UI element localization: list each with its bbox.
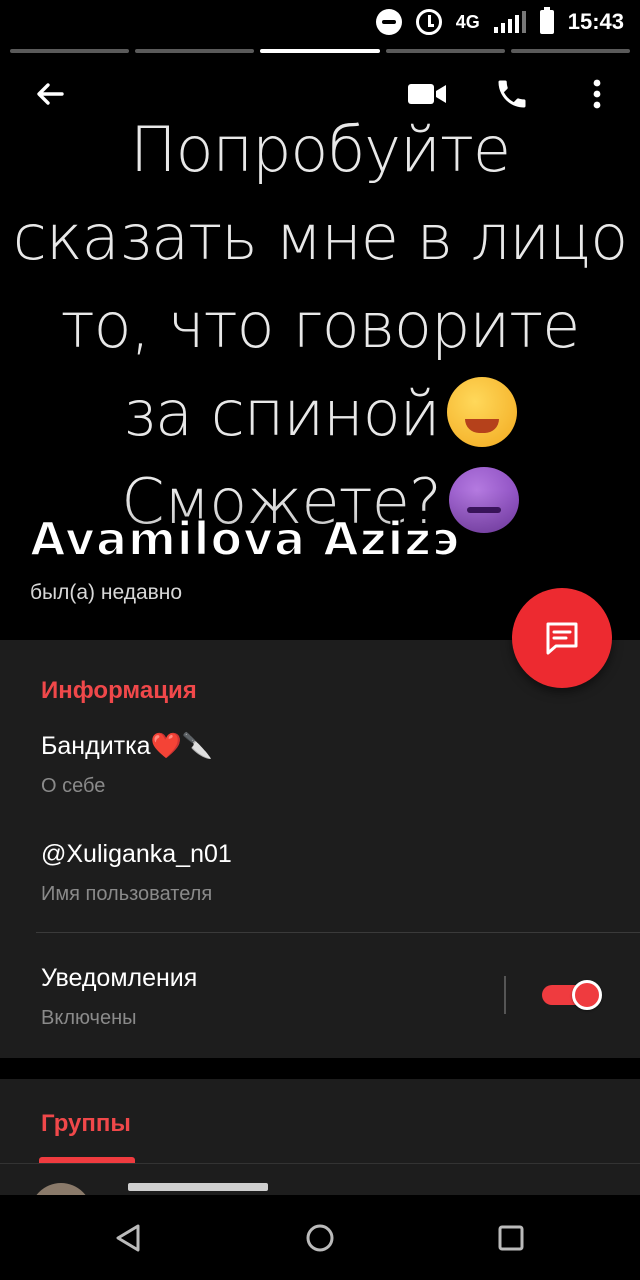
groups-section: Группы [0, 1079, 640, 1245]
signal-icon [493, 11, 526, 33]
vertical-divider [504, 976, 506, 1014]
story-segment [135, 49, 255, 53]
video-call-icon[interactable] [405, 72, 449, 116]
hugging-face-emoji-icon [447, 377, 518, 447]
nav-home-icon[interactable] [297, 1215, 343, 1261]
clock: 15:43 [567, 9, 624, 34]
group-name[interactable] [128, 1183, 268, 1191]
back-arrow-icon[interactable] [28, 72, 72, 116]
story-segment-active [260, 49, 380, 53]
info-section: Информация Бандитка❤️🔪 О себе @Xuliganka… [0, 640, 640, 1058]
quote-line: сказать мне в лицо [12, 201, 628, 274]
profile-name: Avamilova Azizэ [29, 511, 461, 567]
quote-line: то, что говорите [60, 289, 581, 362]
info-title: Информация [41, 677, 197, 704]
network-type: 4G [455, 11, 480, 32]
profile-toolbar [0, 66, 640, 122]
do-not-disturb-icon [375, 9, 402, 35]
divider [36, 932, 640, 933]
username-caption: Имя пользователя [41, 883, 213, 905]
notifications-toggle[interactable] [542, 980, 602, 1010]
profile-photo[interactable]: Попробуйте сказать мне в лицо то, что го… [0, 100, 640, 640]
story-segment [385, 49, 505, 53]
message-icon [546, 622, 578, 655]
username-value[interactable]: @Xuliganka_n01 [41, 840, 232, 869]
phone-icon[interactable] [490, 72, 534, 116]
toggle-knob [572, 980, 602, 1010]
groups-title: Группы [41, 1110, 131, 1137]
last-seen-status: был(а) недавно [30, 581, 183, 604]
quote-line-with-emoji: за спиной [0, 370, 640, 458]
notifications-status: Включены [41, 1007, 137, 1029]
status-bar: 4G 15:43 [0, 0, 640, 44]
story-progress [10, 49, 631, 53]
nav-recents-icon[interactable] [488, 1215, 534, 1261]
bio-caption: О себе [41, 775, 106, 797]
story-segment [510, 49, 631, 53]
alarm-icon [415, 9, 442, 35]
photo-quote: Попробуйте сказать мне в лицо то, что го… [0, 106, 640, 546]
bio-value[interactable]: Бандитка❤️🔪 [41, 732, 213, 761]
send-message-button[interactable] [512, 588, 612, 688]
quote-line: за спиной [122, 377, 441, 450]
nav-back-icon[interactable] [105, 1215, 151, 1261]
more-vert-icon[interactable] [575, 72, 619, 116]
battery-icon [539, 7, 554, 34]
story-segment [10, 49, 130, 53]
system-nav-bar [0, 1195, 640, 1280]
notifications-label[interactable]: Уведомления [41, 964, 197, 993]
divider [0, 1163, 640, 1164]
